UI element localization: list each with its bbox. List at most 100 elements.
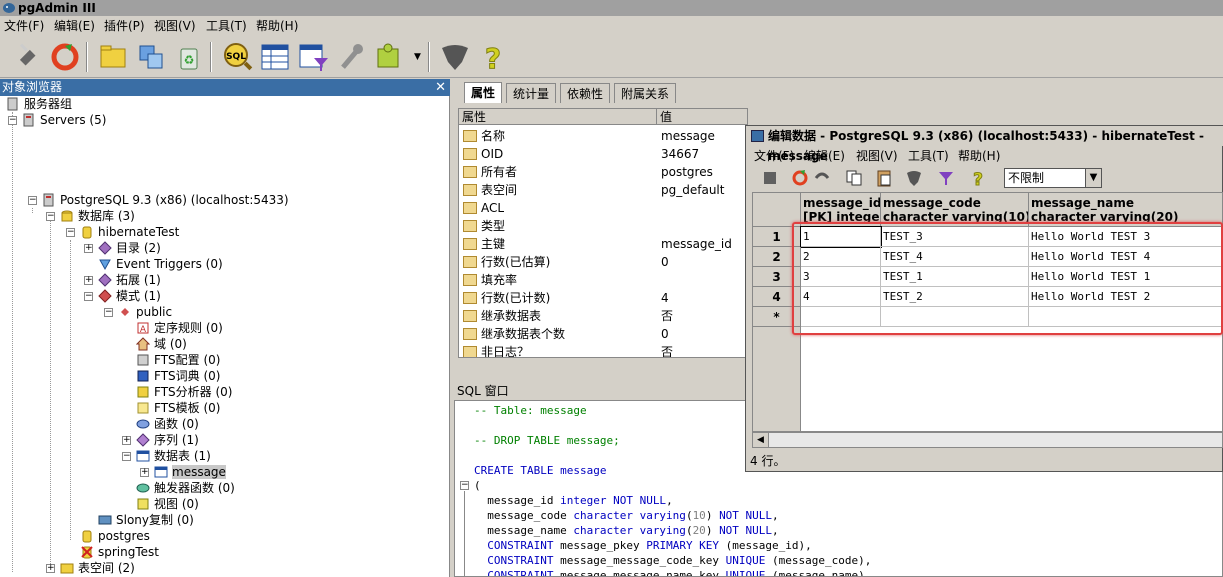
row-header[interactable]: 3 xyxy=(753,267,801,287)
tree-node-fts-templates[interactable]: FTS模板 (0) xyxy=(136,400,220,416)
tree-node-collations[interactable]: A 定序规则 (0) xyxy=(136,320,223,336)
properties-header-value[interactable]: 值 xyxy=(657,109,747,125)
maintenance-button[interactable] xyxy=(334,40,368,74)
sql-query-button[interactable]: SQL xyxy=(220,40,254,74)
edit-menu-view[interactable]: 视图(V) xyxy=(856,148,898,164)
property-row[interactable]: 表空间 pg_default xyxy=(459,181,747,199)
refresh-button[interactable] xyxy=(48,40,82,74)
edit-menu-edit[interactable]: 编辑(E) xyxy=(804,148,845,164)
expand-icon[interactable]: + xyxy=(46,564,55,573)
row-header[interactable]: 4 xyxy=(753,287,801,307)
filtered-data-button[interactable] xyxy=(296,40,330,74)
tree-node-slony-replication[interactable]: Slony复制 (0) xyxy=(98,512,194,528)
delete-button[interactable]: ♻ xyxy=(172,40,206,74)
tree-node-databases[interactable]: 数据库 (3) xyxy=(60,208,135,224)
table-cell[interactable]: TEST_3 xyxy=(881,227,1029,247)
tree-node-extensions[interactable]: 拓展 (1) xyxy=(98,272,161,288)
tree-node-postgres-db[interactable]: postgres xyxy=(80,528,150,544)
table-cell[interactable]: Hello World TEST 3 xyxy=(1029,227,1222,247)
menu-help[interactable]: 帮助(H) xyxy=(256,18,298,34)
property-row[interactable]: 继承数据表个数 0 xyxy=(459,325,747,343)
table-cell[interactable]: Hello World TEST 2 xyxy=(1029,287,1222,307)
plugins-dropdown-arrow-icon[interactable]: ▼ xyxy=(414,52,421,62)
fold-icon[interactable]: − xyxy=(460,481,469,490)
filter-button[interactable] xyxy=(936,168,956,188)
menu-tools[interactable]: 工具(T) xyxy=(206,18,247,34)
edit-menu-help[interactable]: 帮助(H) xyxy=(958,148,1000,164)
new-row-cell[interactable] xyxy=(1029,307,1222,327)
object-browser-tree[interactable]: 服务器组 − Servers (5) − PostgreSQL 9.3 (x86… xyxy=(0,96,450,577)
collapse-icon[interactable]: − xyxy=(66,228,75,237)
table-cell[interactable]: TEST_1 xyxy=(881,267,1029,287)
menu-view[interactable]: 视图(V) xyxy=(154,18,196,34)
tree-node-schemas[interactable]: 模式 (1) xyxy=(98,288,161,304)
new-row-cell[interactable] xyxy=(881,307,1029,327)
guru-hint-button[interactable] xyxy=(438,40,472,74)
row-header[interactable]: 1 xyxy=(753,227,801,247)
connect-plug-button[interactable] xyxy=(10,40,44,74)
save-button[interactable] xyxy=(760,168,780,188)
collapse-icon[interactable]: − xyxy=(122,452,131,461)
tree-node-postgresql-server[interactable]: PostgreSQL 9.3 (x86) (localhost:5433) xyxy=(42,192,289,208)
menu-file[interactable]: 文件(F) xyxy=(4,18,44,34)
collapse-icon[interactable]: − xyxy=(84,292,93,301)
expand-icon[interactable]: + xyxy=(122,436,131,445)
view-data-button[interactable] xyxy=(258,40,292,74)
table-cell[interactable]: 1 xyxy=(800,226,882,248)
tree-node-domains[interactable]: 域 (0) xyxy=(136,336,187,352)
plugins-button[interactable] xyxy=(372,40,406,74)
tree-node-catalogs[interactable]: 目录 (2) xyxy=(98,240,161,256)
refresh-button[interactable] xyxy=(790,168,810,188)
property-row[interactable]: 名称 message xyxy=(459,127,747,145)
paste-button[interactable] xyxy=(874,168,894,188)
tab-dependencies[interactable]: 依赖性 xyxy=(560,83,611,103)
table-cell[interactable]: 2 xyxy=(801,247,881,267)
table-cell[interactable]: TEST_2 xyxy=(881,287,1029,307)
tree-node-sequences[interactable]: 序列 (1) xyxy=(136,432,199,448)
edit-menu-tools[interactable]: 工具(T) xyxy=(908,148,949,164)
create-object-button[interactable] xyxy=(134,40,168,74)
row-limit-select[interactable]: 不限制 ▼ xyxy=(1004,168,1102,188)
expand-icon[interactable]: + xyxy=(84,276,93,285)
new-row-cell[interactable] xyxy=(801,307,881,327)
tree-node-springtest-db[interactable]: springTest xyxy=(80,544,159,560)
tree-node-fts-dictionaries[interactable]: FTS词典 (0) xyxy=(136,368,220,384)
row-header[interactable]: 2 xyxy=(753,247,801,267)
table-cell[interactable]: 3 xyxy=(801,267,881,287)
property-row[interactable]: 填充率 xyxy=(459,271,747,289)
property-row[interactable]: 行数(已估算) 0 xyxy=(459,253,747,271)
horizontal-scrollbar[interactable]: ◀ xyxy=(752,432,1223,448)
data-grid[interactable]: message_id [PK] integer message_code cha… xyxy=(752,192,1223,432)
tree-node-server-groups[interactable]: 服务器组 xyxy=(6,96,72,112)
help-button[interactable]: ? xyxy=(476,40,510,76)
expand-icon[interactable]: + xyxy=(84,244,93,253)
collapse-icon[interactable]: − xyxy=(8,116,17,125)
tree-node-functions[interactable]: 函数 (0) xyxy=(136,416,199,432)
tree-node-hibernatetest[interactable]: hibernateTest xyxy=(80,224,179,240)
properties-list[interactable]: 属性 值 名称 message OID 34667 所有者 postgres 表空间 pg_d… xyxy=(458,108,748,358)
chevron-down-icon[interactable]: ▼ xyxy=(1085,169,1101,187)
menu-edit[interactable]: 编辑(E) xyxy=(54,18,95,34)
tab-dependents[interactable]: 附属关系 xyxy=(614,83,677,103)
edit-window-titlebar[interactable]: 编辑数据 - PostgreSQL 9.3 (x86) (localhost:5… xyxy=(746,126,1223,163)
tree-node-fts-parsers[interactable]: FTS分析器 (0) xyxy=(136,384,232,400)
tab-statistics[interactable]: 统计量 xyxy=(506,83,557,103)
undo-button[interactable] xyxy=(812,168,832,188)
collapse-icon[interactable]: − xyxy=(46,212,55,221)
property-row[interactable]: 主键 message_id xyxy=(459,235,747,253)
column-header-message-id[interactable]: message_id [PK] integer xyxy=(801,193,881,227)
menu-plugins[interactable]: 插件(P) xyxy=(104,18,145,34)
table-cell[interactable]: Hello World TEST 1 xyxy=(1029,267,1222,287)
table-cell[interactable]: 4 xyxy=(801,287,881,307)
tree-node-table-message[interactable]: message xyxy=(154,464,226,480)
tree-node-tables[interactable]: 数据表 (1) xyxy=(136,448,211,464)
tree-node-event-triggers[interactable]: Event Triggers (0) xyxy=(98,256,223,272)
help-button[interactable]: ? xyxy=(968,168,988,191)
property-row[interactable]: 非日志？ 否 xyxy=(459,343,747,357)
tree-node-public[interactable]: public xyxy=(118,304,172,320)
scroll-left-arrow-icon[interactable]: ◀ xyxy=(753,433,769,447)
property-row[interactable]: 行数(已计数) 4 xyxy=(459,289,747,307)
properties-button[interactable] xyxy=(96,40,130,74)
property-row[interactable]: 继承数据表 否 xyxy=(459,307,747,325)
copy-button[interactable] xyxy=(844,168,864,188)
